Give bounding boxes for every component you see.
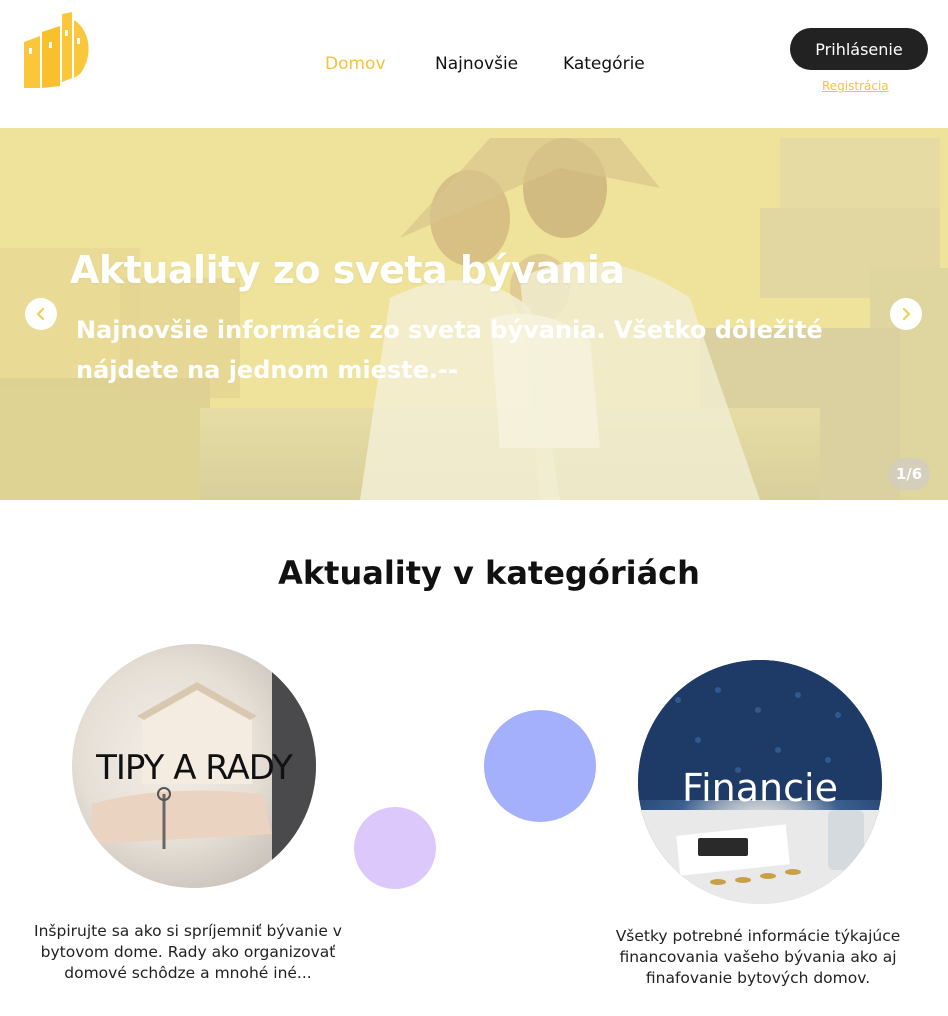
chevron-left-icon: [36, 307, 45, 321]
chevron-right-icon: [902, 307, 911, 321]
decor-circle-lilac: [354, 807, 436, 889]
slider-prev-button[interactable]: [25, 298, 57, 330]
nav-newest[interactable]: Najnovšie: [435, 54, 518, 74]
hero-subtitle: Najnovšie informácie zo sveta bývania. V…: [76, 316, 823, 384]
slider-next-button[interactable]: [890, 298, 922, 330]
nav-categories[interactable]: Kategórie: [563, 54, 645, 74]
site-header: Domov Najnovšie Kategórie Prihlásenie Re…: [0, 0, 948, 128]
categories-title: Aktuality v kategóriách: [278, 554, 700, 592]
login-button[interactable]: Prihlásenie: [790, 28, 928, 70]
hero-title: Aktuality zo sveta bývania: [70, 248, 625, 292]
logo-icon[interactable]: [22, 12, 92, 90]
category-tips-label: TIPY A RADY: [96, 748, 293, 788]
slide-counter: 1/6: [888, 458, 930, 490]
hero-slider: Aktuality zo sveta bývania Najnovšie inf…: [0, 128, 948, 500]
category-tips-description: Inšpirujte sa ako si spríjemniť bývanie …: [34, 922, 342, 982]
register-link[interactable]: Registrácia: [822, 79, 889, 93]
category-finance[interactable]: Financie: [638, 660, 882, 904]
nav-home[interactable]: Domov: [325, 54, 386, 74]
category-finance-description: Všetky potrebné informácie týkajúce fina…: [615, 927, 901, 987]
category-finance-label: Financie: [682, 766, 838, 810]
decor-circle-blue: [484, 710, 596, 822]
category-tips[interactable]: TIPY A RADY: [72, 644, 316, 888]
